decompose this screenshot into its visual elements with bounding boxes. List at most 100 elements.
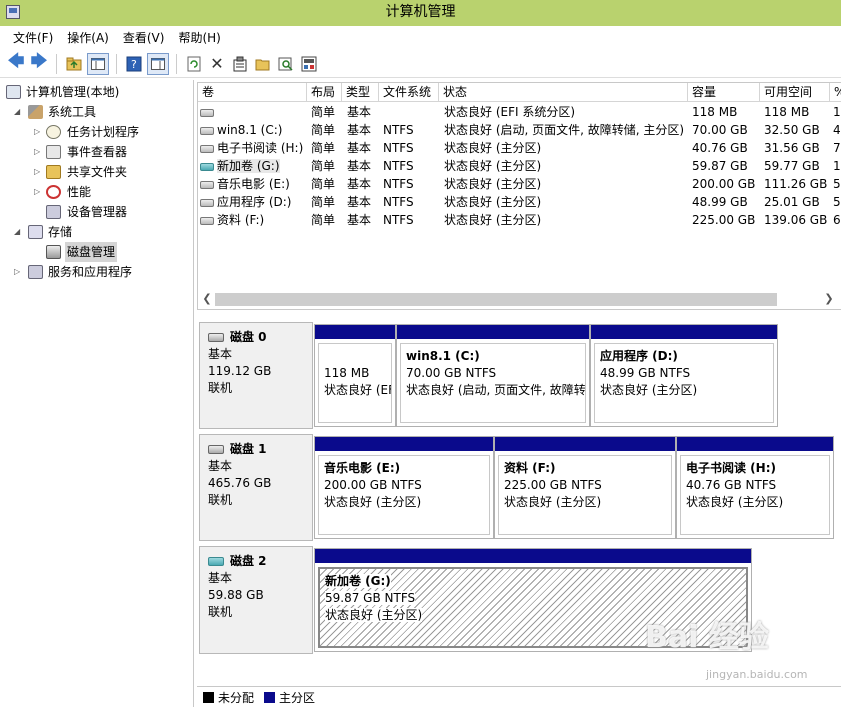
cell-cap: 70.00 GB [692,121,760,139]
collapse-triangle-icon[interactable]: ◢ [14,102,24,122]
cell-text: 音乐电影 (E:) [217,177,290,191]
menu-file[interactable]: 文件(F) [6,26,60,50]
horizontal-scrollbar[interactable]: ❮ ❯ [198,290,841,308]
table-row[interactable]: 应用程序 (D:) 简单 基本 NTFS 状态良好 (主分区) 48.99 GB 25.01… [198,193,841,211]
expand-triangle-icon[interactable]: ▷ [14,262,24,282]
tree-item-computer-management[interactable]: 计算机管理(本地) [0,82,193,102]
column-header-capacity[interactable]: 容量 [688,83,760,102]
scroll-right-icon[interactable]: ❯ [822,292,836,305]
delete-icon[interactable]: ✕ [207,54,227,74]
cell-pct: 1 [833,103,841,121]
clock-icon [46,125,61,139]
cell-status: 状态良好 (启动, 页面文件, 故障转储, 主分区) [444,121,688,139]
removable-volume-icon [200,162,214,171]
cell-text: 32.50 GB [764,123,820,137]
expand-triangle-icon[interactable]: ▷ [34,142,44,162]
cell-text: 状态良好 (EFI 系统分区) [444,105,576,119]
table-row[interactable]: win8.1 (C:) 简单 基本 NTFS 状态良好 (启动, 页面文件, 故障转储,… [198,121,841,139]
scrollbar-thumb[interactable] [215,293,777,306]
tree-item-disk-management[interactable]: 磁盘管理 [0,242,193,262]
column-header-layout[interactable]: 布局 [307,83,342,102]
cell-vol: 资料 (F:) [200,211,307,229]
partition-efi[interactable]: 118 MB 状态良好 (EFI [314,324,396,427]
menu-action[interactable]: 操作(A) [60,26,116,50]
menu-view[interactable]: 查看(V) [116,26,172,50]
cell-text: 简单 [311,105,336,119]
cell-text: NTFS [383,177,414,191]
removable-disk-icon [208,557,224,566]
properties-icon[interactable] [230,54,250,74]
tree-item-task-scheduler[interactable]: ▷ 任务计划程序 [0,122,193,142]
cell-vol: win8.1 (C:) [200,121,307,139]
partition-c[interactable]: win8.1 (C:) 70.00 GB NTFS 状态良好 (启动, 页面文件… [396,324,590,427]
expand-triangle-icon[interactable]: ▷ [34,182,44,202]
cell-layout: 简单 [311,211,342,229]
cell-pct: 5 [833,175,841,193]
column-header-volume[interactable]: 卷 [198,83,307,102]
properties-pane-icon[interactable] [147,52,169,75]
volume-icon [200,180,214,189]
disk-drive-icon [208,445,224,454]
cell-fs: NTFS [383,211,439,229]
cell-pct: 1 [833,157,841,175]
column-header-percent[interactable]: % [830,83,841,102]
table-row[interactable]: 电子书阅读 (H:) 简单 基本 NTFS 状态良好 (主分区) 40.76 GB 31.5… [198,139,841,157]
partition-d[interactable]: 应用程序 (D:) 48.99 GB NTFS 状态良好 (主分区) [590,324,778,427]
expand-triangle-icon[interactable]: ▷ [34,122,44,142]
table-row[interactable]: 音乐电影 (E:) 简单 基本 NTFS 状态良好 (主分区) 200.00 GB 111.… [198,175,841,193]
open-icon[interactable] [253,54,273,74]
cell-text: 7 [833,141,841,155]
cell-text: 基本 [347,141,372,155]
tree-item-shared-folders[interactable]: ▷ 共享文件夹 [0,162,193,182]
disk-size: 59.88 GB [208,588,264,602]
table-row[interactable]: 资料 (F:) 简单 基本 NTFS 状态良好 (主分区) 225.00 GB 139.06… [198,211,841,229]
scroll-left-icon[interactable]: ❮ [200,292,214,305]
tree-item-device-manager[interactable]: 设备管理器 [0,202,193,222]
help-icon[interactable]: ? [124,54,144,74]
tree-item-storage[interactable]: ◢ 存储 [0,222,193,242]
collapse-triangle-icon[interactable]: ◢ [14,222,24,242]
cell-text: NTFS [383,159,414,173]
show-hide-tree-icon[interactable] [87,52,109,75]
cell-type: 基本 [347,157,379,175]
partition-f[interactable]: 资料 (F:) 225.00 GB NTFS 状态良好 (主分区) [494,436,676,539]
partition-h[interactable]: 电子书阅读 (H:) 40.76 GB NTFS 状态良好 (主分区) [676,436,834,539]
table-row[interactable]: 新加卷 (G:) 简单 基本 NTFS 状态良好 (主分区) 59.87 GB 59.77 … [198,157,841,175]
computer-management-icon [6,5,20,19]
refresh-icon[interactable] [184,54,204,74]
up-folder-icon[interactable] [64,54,84,74]
column-header-filesystem[interactable]: 文件系统 [379,83,439,102]
tree-item-performance[interactable]: ▷ 性能 [0,182,193,202]
disk-state: 联机 [208,493,233,507]
disk-1-label[interactable]: 磁盘 1 基本 465.76 GB 联机 [199,434,313,541]
cell-pct: 5 [833,193,841,211]
column-header-type[interactable]: 类型 [342,83,379,102]
menu-help[interactable]: 帮助(H) [171,26,227,50]
legend-swatch-primary [264,691,276,703]
export-icon[interactable] [299,54,319,74]
forward-arrow-icon[interactable]: 🡆 [29,51,49,74]
volume-list-header: 卷 布局 类型 文件系统 状态 容量 可用空间 % [198,83,841,102]
disk-2-label[interactable]: 磁盘 2 基本 59.88 GB 联机 [199,546,313,654]
cell-type: 基本 [347,211,379,229]
shared-folder-icon [46,165,61,179]
title-bar: 计算机管理 [0,0,841,26]
column-header-status[interactable]: 状态 [439,83,688,102]
search-icon[interactable] [276,54,296,74]
partition-e[interactable]: 音乐电影 (E:) 200.00 GB NTFS 状态良好 (主分区) [314,436,494,539]
baidu-watermark: Bai 经验 [645,620,769,655]
back-arrow-icon[interactable]: 🡄 [6,51,26,74]
disk-0-label[interactable]: 磁盘 0 基本 119.12 GB 联机 [199,322,313,429]
table-row[interactable]: 简单 基本 状态良好 (EFI 系统分区) 118 MB 118 MB 1 [198,103,841,121]
cell-vol: 应用程序 (D:) [200,193,307,211]
cell-status: 状态良好 (主分区) [444,193,688,211]
tree-item-services-apps[interactable]: ▷ 服务和应用程序 [0,262,193,282]
toolbar-separator [56,53,57,74]
column-header-free-space[interactable]: 可用空间 [760,83,830,102]
expand-triangle-icon[interactable]: ▷ [34,162,44,182]
legend-label-unallocated: 未分配 [218,690,255,705]
tree-item-system-tools[interactable]: ◢ 系统工具 [0,102,193,122]
tree-item-event-viewer[interactable]: ▷ 事件查看器 [0,142,193,162]
cell-text: 状态良好 (启动, 页面文件, 故障转储, 主分区) [444,123,685,137]
cell-status: 状态良好 (主分区) [444,211,688,229]
